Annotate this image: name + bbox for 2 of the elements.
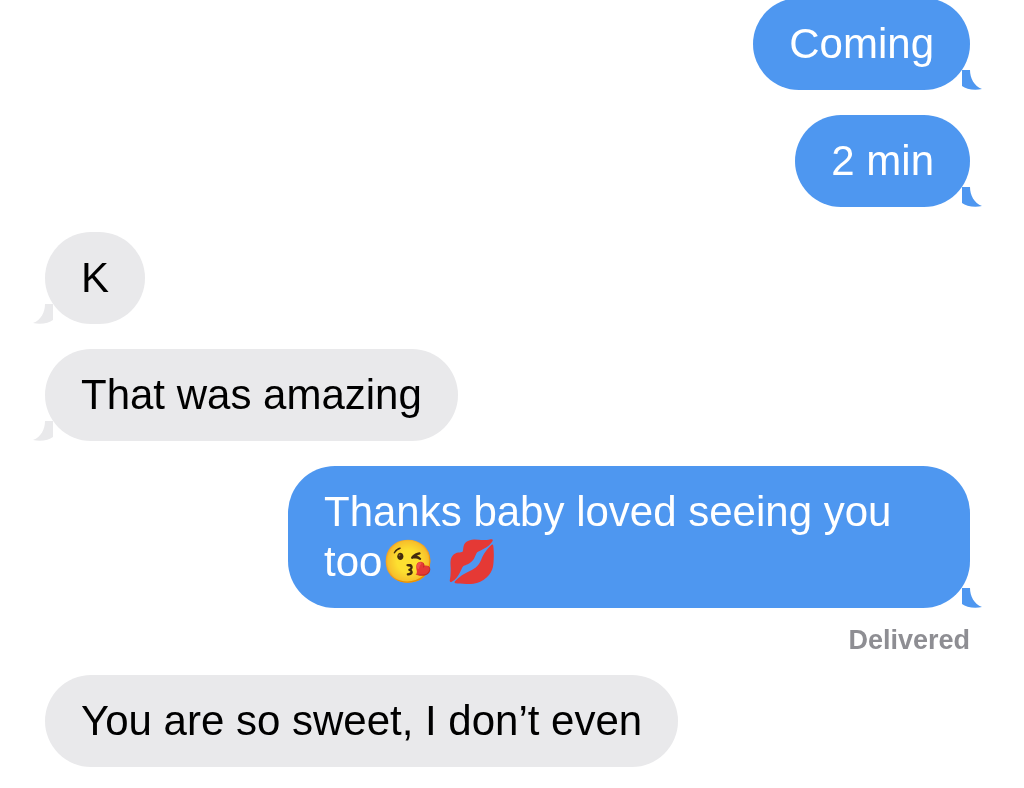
received-message-bubble: You are so sweet, I don’t even bbox=[45, 675, 679, 767]
delivery-status: Delivered bbox=[848, 625, 970, 656]
